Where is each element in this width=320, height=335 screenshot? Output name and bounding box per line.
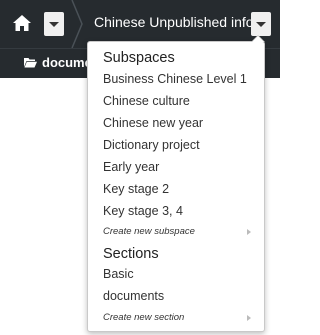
subspace-item[interactable]: Key stage 2 — [103, 182, 169, 196]
chevron-down-icon — [49, 21, 59, 27]
home-icon — [13, 15, 31, 31]
sections-header: Sections — [103, 246, 159, 262]
subspace-item[interactable]: Early year — [103, 160, 159, 174]
home-button[interactable] — [7, 9, 37, 37]
chevron-right-icon — [247, 315, 251, 321]
create-subspace-label: Create new subspace — [103, 226, 195, 237]
dropdown-notch-fill — [252, 36, 264, 42]
breadcrumb-current-title[interactable]: Chinese Unpublished info — [94, 14, 254, 30]
section-item[interactable]: Basic — [103, 267, 134, 281]
space-dropdown-menu: Subspaces Business Chinese Level 1 Chine… — [87, 35, 265, 332]
chevron-right-icon — [247, 229, 251, 235]
section-tab-label: docume — [42, 55, 92, 70]
chevron-down-icon — [256, 21, 266, 27]
subspaces-header: Subspaces — [103, 50, 175, 66]
subspace-item[interactable]: Business Chinese Level 1 — [103, 72, 247, 86]
create-section-item[interactable]: Create new section — [103, 312, 253, 323]
subspace-item[interactable]: Chinese culture — [103, 94, 190, 108]
subspace-item[interactable]: Chinese new year — [103, 116, 203, 130]
create-section-label: Create new section — [103, 312, 185, 323]
folder-open-icon — [24, 58, 37, 68]
subspace-item[interactable]: Dictionary project — [103, 138, 200, 152]
section-tab-documents[interactable]: docume — [24, 55, 92, 70]
breadcrumb-separator-icon — [71, 0, 83, 48]
create-subspace-item[interactable]: Create new subspace — [103, 226, 253, 237]
space-dropdown-toggle[interactable] — [251, 12, 271, 36]
section-item[interactable]: documents — [103, 289, 164, 303]
home-dropdown-toggle[interactable] — [44, 12, 64, 36]
subspace-item[interactable]: Key stage 3, 4 — [103, 204, 183, 218]
